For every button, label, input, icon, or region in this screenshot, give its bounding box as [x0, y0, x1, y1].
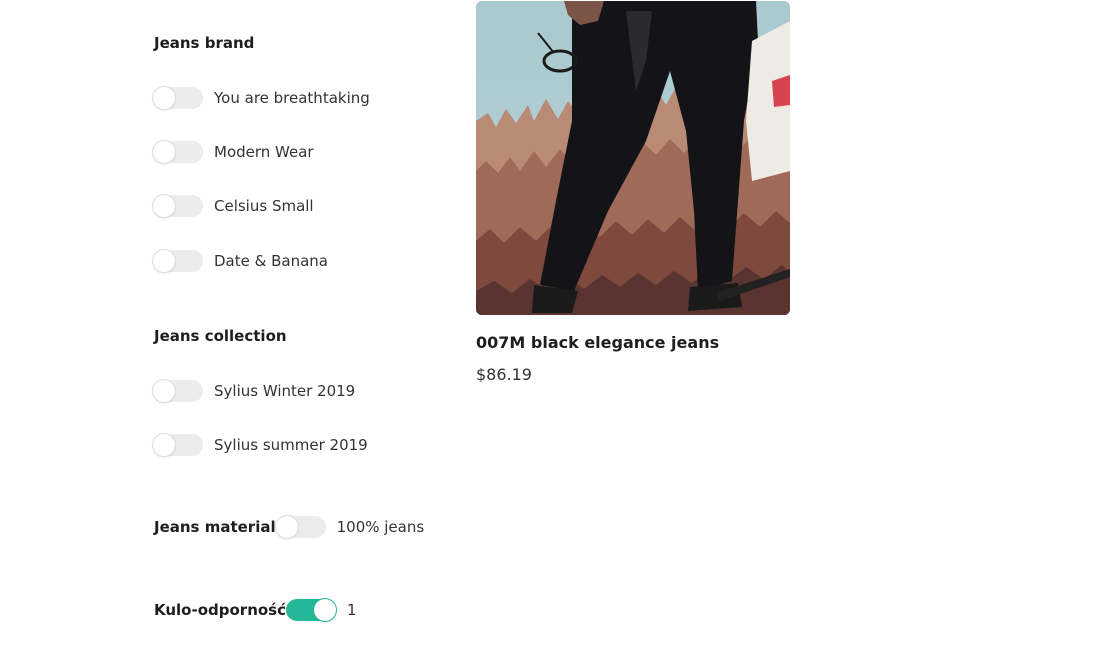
toggle-knob: [153, 87, 175, 109]
filter-row-bulletproof: Kulo-odporność 1: [154, 599, 357, 621]
filter-heading-material: Jeans material: [154, 518, 276, 536]
filter-option-label: Sylius summer 2019: [214, 436, 368, 454]
toggle-knob: [153, 250, 175, 272]
filter-option-material[interactable]: 100% jeans: [275, 516, 425, 538]
toggle-switch[interactable]: [153, 380, 203, 402]
filter-option-bulletproof[interactable]: 1: [286, 599, 357, 621]
filter-option-brand[interactable]: Date & Banana: [153, 250, 328, 272]
filter-heading-bulletproof: Kulo-odporność: [154, 601, 286, 619]
filter-option-label: You are breathtaking: [214, 89, 370, 107]
product-price: $86.19: [476, 365, 532, 384]
filter-heading-collection: Jeans collection: [154, 327, 287, 345]
toggle-switch[interactable]: [286, 599, 336, 621]
product-image[interactable]: [476, 1, 790, 315]
filter-option-collection[interactable]: Sylius summer 2019: [153, 434, 368, 456]
toggle-knob: [314, 599, 336, 621]
filter-option-brand[interactable]: Celsius Small: [153, 195, 314, 217]
toggle-switch[interactable]: [153, 87, 203, 109]
toggle-knob: [153, 380, 175, 402]
filter-option-label: 100% jeans: [336, 518, 425, 536]
toggle-switch[interactable]: [153, 434, 203, 456]
filter-option-brand[interactable]: Modern Wear: [153, 141, 314, 163]
filter-option-label: Sylius Winter 2019: [214, 382, 356, 400]
filter-heading-brand: Jeans brand: [154, 34, 255, 52]
toggle-knob: [153, 195, 175, 217]
toggle-switch[interactable]: [153, 250, 203, 272]
toggle-knob: [153, 141, 175, 163]
filter-option-collection[interactable]: Sylius Winter 2019: [153, 380, 355, 402]
filter-option-label: Date & Banana: [214, 252, 328, 270]
product-name-link[interactable]: 007M black elegance jeans: [476, 333, 719, 352]
filter-option-label: Modern Wear: [214, 143, 314, 161]
toggle-switch[interactable]: [153, 141, 203, 163]
product-listing-page: Jeans brand You are breathtaking Modern …: [0, 0, 1113, 645]
toggle-switch[interactable]: [275, 516, 326, 538]
filter-option-label: 1: [347, 601, 357, 619]
toggle-switch[interactable]: [153, 195, 203, 217]
toggle-knob: [275, 516, 298, 538]
toggle-knob: [153, 434, 175, 456]
filter-row-material: Jeans material 100% jeans: [154, 516, 424, 538]
filter-option-brand[interactable]: You are breathtaking: [153, 87, 370, 109]
filter-option-label: Celsius Small: [214, 197, 314, 215]
